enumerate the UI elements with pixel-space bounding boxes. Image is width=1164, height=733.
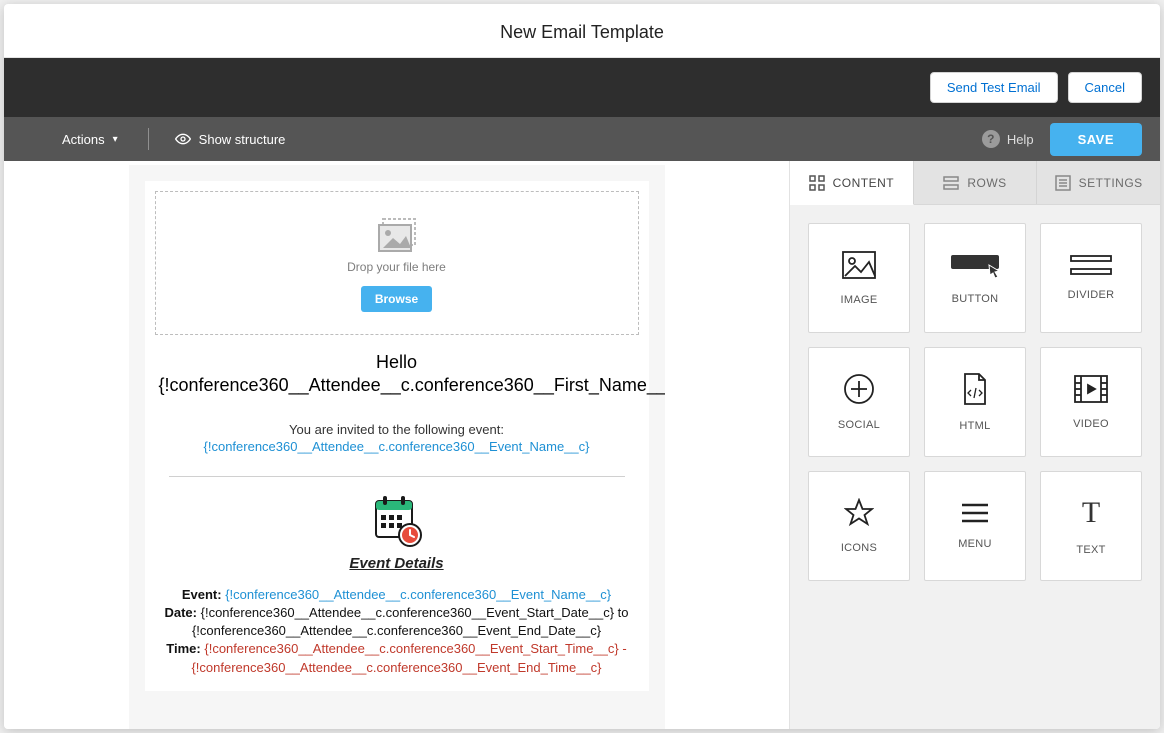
save-button[interactable]: SAVE xyxy=(1050,123,1142,156)
tile-menu-label: MENU xyxy=(958,538,992,550)
menu-icon xyxy=(960,502,990,524)
detail-event: Event: {!conference360__Attendee__c.conf… xyxy=(159,586,635,604)
event-name-token[interactable]: {!conference360__Attendee__c.conference3… xyxy=(155,439,639,454)
date-label: Date: xyxy=(164,605,197,620)
tile-social[interactable]: SOCIAL xyxy=(808,347,910,457)
invite-text: You are invited to the following event: xyxy=(155,422,639,437)
date-to: to xyxy=(618,605,629,620)
social-icon xyxy=(843,373,875,405)
panel-tabs: CONTENT ROWS SETTINGS xyxy=(790,161,1160,205)
detail-time: Time: {!conference360__Attendee__c.confe… xyxy=(159,640,635,676)
divider-icon xyxy=(1069,255,1113,275)
dropzone-text: Drop your file here xyxy=(166,260,628,274)
date-end-token: {!conference360__Attendee__c.conference3… xyxy=(192,623,601,638)
date-start-token: {!conference360__Attendee__c.conference3… xyxy=(201,605,614,620)
time-start-token: {!conference360__Attendee__c.conference3… xyxy=(204,641,618,656)
tile-video[interactable]: VIDEO xyxy=(1040,347,1142,457)
tile-icons-label: ICONS xyxy=(841,542,877,554)
tile-button-label: BUTTON xyxy=(952,293,999,305)
event-details-heading: Event Details xyxy=(155,555,639,572)
tile-icons[interactable]: ICONS xyxy=(808,471,910,581)
tile-text[interactable]: T TEXT xyxy=(1040,471,1142,581)
tile-image[interactable]: IMAGE xyxy=(808,223,910,333)
tile-image-label: IMAGE xyxy=(841,294,878,306)
tile-video-label: VIDEO xyxy=(1073,418,1109,430)
browse-button[interactable]: Browse xyxy=(361,286,432,312)
tile-text-label: TEXT xyxy=(1076,544,1105,556)
time-sep: - xyxy=(622,641,626,656)
toolbar: Actions ▾ Show structure ? Help SAVE xyxy=(4,117,1160,161)
text-icon: T xyxy=(1082,496,1100,530)
actions-label: Actions xyxy=(62,132,105,147)
toolbar-left: Actions ▾ Show structure xyxy=(62,128,285,150)
canvas-inner: Drop your file here Browse Hello {!confe… xyxy=(145,181,649,691)
tile-button[interactable]: BUTTON xyxy=(924,223,1026,333)
time-label: Time: xyxy=(166,641,200,656)
tab-content[interactable]: CONTENT xyxy=(790,161,914,205)
grid-icon xyxy=(809,175,825,191)
time-end-token: {!conference360__Attendee__c.conference3… xyxy=(191,660,601,675)
tile-social-label: SOCIAL xyxy=(838,419,880,431)
canvas-frame: Drop your file here Browse Hello {!confe… xyxy=(129,165,665,729)
canvas-area: Drop your file here Browse Hello {!confe… xyxy=(4,161,789,729)
greeting-block: Hello {!conference360__Attendee__c.confe… xyxy=(155,335,639,398)
button-icon xyxy=(949,251,1001,279)
question-icon: ? xyxy=(982,130,1000,148)
chevron-down-icon: ▾ xyxy=(113,134,118,145)
event-details-block: Event: {!conference360__Attendee__c.conf… xyxy=(155,586,639,691)
tab-rows[interactable]: ROWS xyxy=(914,161,1038,204)
tile-html-label: HTML xyxy=(959,420,990,432)
tab-content-label: CONTENT xyxy=(833,176,895,190)
image-dropzone[interactable]: Drop your file here Browse xyxy=(155,191,639,335)
greeting-hello: Hello xyxy=(159,351,635,374)
content-tiles: IMAGE BUTTON DIVIDER xyxy=(790,205,1160,599)
greeting-name-token: {!conference360__Attendee__c.conference3… xyxy=(159,374,635,397)
tab-settings-label: SETTINGS xyxy=(1079,176,1143,190)
right-panel: CONTENT ROWS SETTINGS xyxy=(789,161,1160,729)
dark-bar: Send Test Email Cancel xyxy=(4,58,1160,117)
divider-line xyxy=(169,476,625,477)
tile-menu[interactable]: MENU xyxy=(924,471,1026,581)
eye-icon xyxy=(175,131,191,147)
event-label: Event: xyxy=(182,587,222,602)
settings-icon xyxy=(1055,175,1071,191)
actions-dropdown[interactable]: Actions ▾ xyxy=(62,132,118,147)
send-test-email-button[interactable]: Send Test Email xyxy=(930,72,1058,103)
tab-rows-label: ROWS xyxy=(967,176,1006,190)
rows-icon xyxy=(943,175,959,191)
image-placeholder-icon xyxy=(378,218,416,250)
help-link[interactable]: ? Help xyxy=(982,130,1034,148)
modal: New Email Template Send Test Email Cance… xyxy=(4,4,1160,729)
workspace: Drop your file here Browse Hello {!confe… xyxy=(4,161,1160,729)
toolbar-right: ? Help SAVE xyxy=(982,123,1142,156)
modal-title: New Email Template xyxy=(4,4,1160,58)
star-icon xyxy=(844,498,874,528)
tile-divider-label: DIVIDER xyxy=(1068,289,1115,301)
event-token: {!conference360__Attendee__c.conference3… xyxy=(225,587,611,602)
image-icon xyxy=(841,250,877,280)
tile-divider[interactable]: DIVIDER xyxy=(1040,223,1142,333)
detail-date: Date: {!conference360__Attendee__c.confe… xyxy=(159,604,635,640)
help-label: Help xyxy=(1007,132,1034,147)
tile-html[interactable]: HTML xyxy=(924,347,1026,457)
show-structure-label: Show structure xyxy=(199,132,286,147)
html-icon xyxy=(961,372,989,406)
video-icon xyxy=(1073,374,1109,404)
calendar-icon xyxy=(155,493,639,547)
cancel-button[interactable]: Cancel xyxy=(1068,72,1142,103)
separator xyxy=(148,128,149,150)
show-structure-toggle[interactable]: Show structure xyxy=(175,131,286,147)
tab-settings[interactable]: SETTINGS xyxy=(1037,161,1160,204)
